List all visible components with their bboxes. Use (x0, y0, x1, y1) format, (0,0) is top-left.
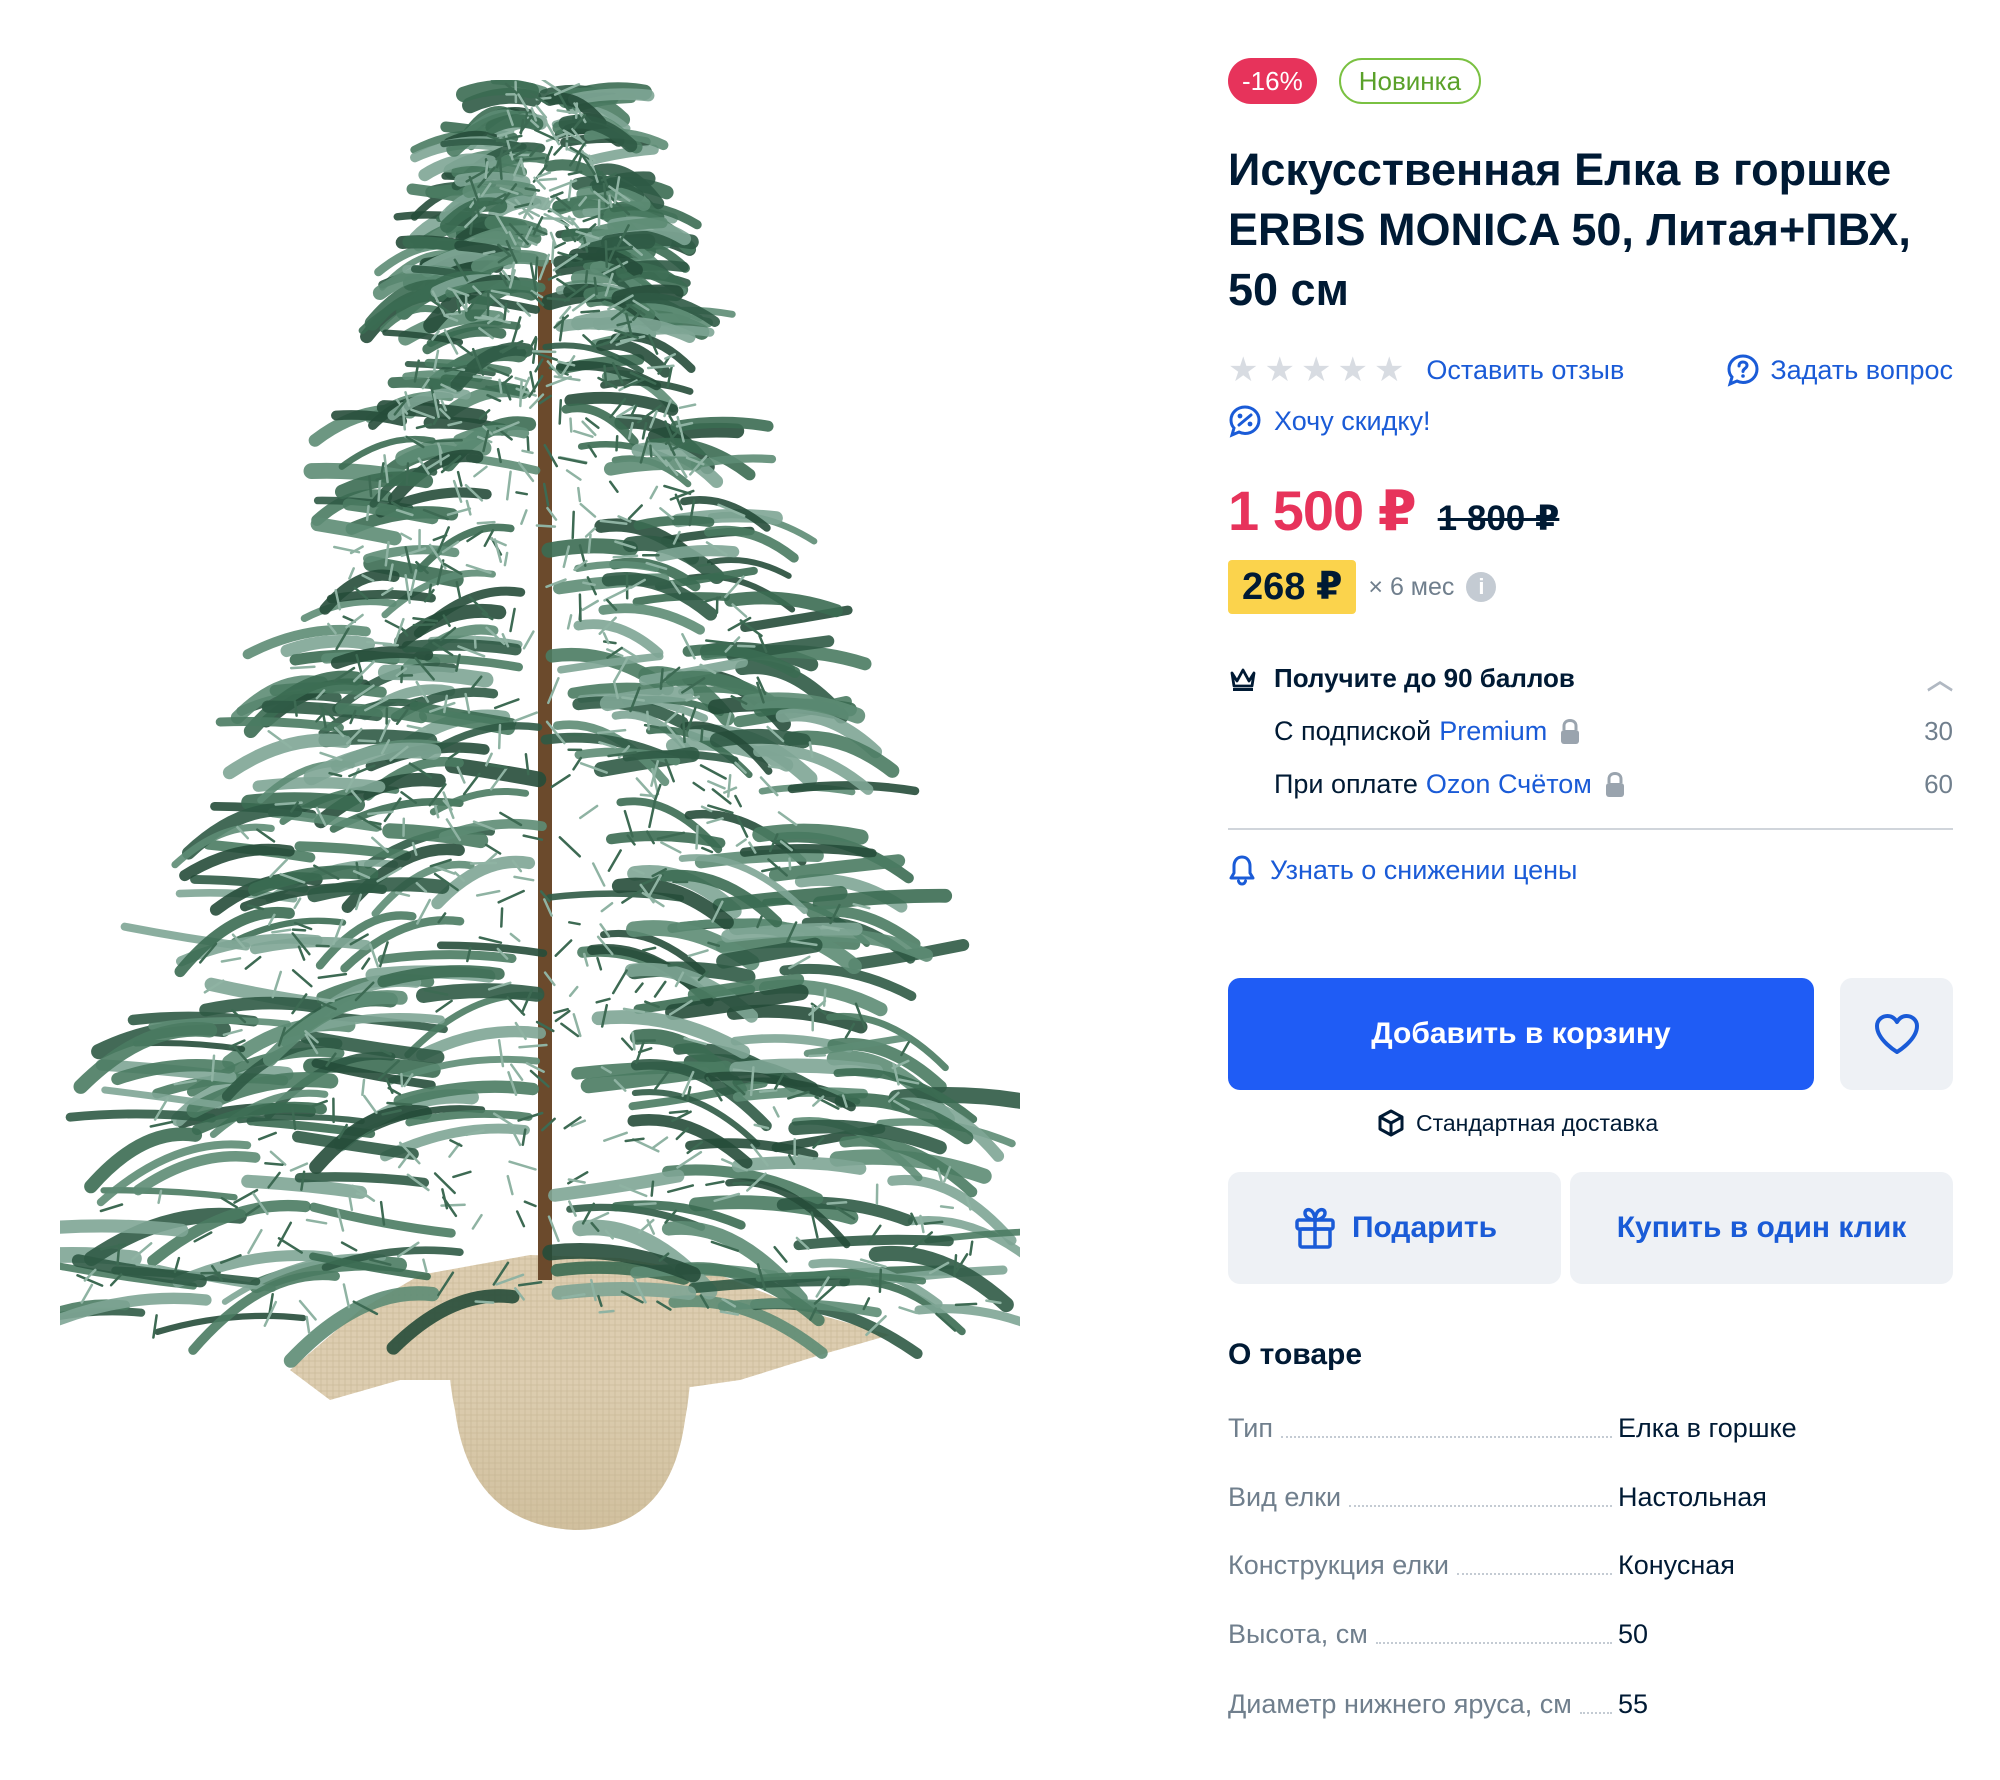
gift-button[interactable]: Подарить (1228, 1172, 1561, 1284)
product-image[interactable] (60, 80, 1020, 1540)
discount-request-label: Хочу скидку! (1274, 405, 1431, 436)
new-badge: Новинка (1338, 58, 1482, 104)
add-to-cart-button[interactable]: Добавить в корзину (1228, 978, 1814, 1090)
delivery-info: Стандартная доставка (1376, 1108, 1658, 1138)
installment-amount: 268 ₽ (1228, 560, 1357, 614)
points-line-value: 30 (1924, 716, 1953, 746)
gift-label: Подарить (1351, 1211, 1498, 1244)
spec-name: Конструкция елки (1228, 1550, 1449, 1580)
spec-row: Диаметр нижнего яруса, см 55 (1228, 1680, 1953, 1720)
points-header[interactable]: Получите до 90 баллов ︿ (1228, 660, 1953, 697)
spec-value[interactable]: Елка в горшке (1618, 1413, 1797, 1444)
spec-row: Высота, см 50 (1228, 1610, 1953, 1650)
old-price: 1 800 ₽ (1437, 499, 1560, 538)
box-icon (1378, 1109, 1404, 1137)
points-line-accent[interactable]: Premium (1439, 716, 1547, 747)
lock-icon (1605, 771, 1624, 797)
favorite-button[interactable] (1840, 978, 1953, 1090)
spec-name: Тип (1228, 1413, 1274, 1443)
heart-icon (1874, 1014, 1919, 1054)
discount-request-link[interactable]: Хочу скидку! (1228, 404, 1430, 438)
spec-name: Вид елки (1228, 1482, 1342, 1512)
about-section-title: О товаре (1228, 1338, 1363, 1371)
points-heading: Получите до 90 баллов (1274, 663, 1575, 693)
spec-dots (1579, 1712, 1612, 1714)
spec-value[interactable]: Конусная (1618, 1550, 1735, 1581)
spec-dots (1456, 1573, 1612, 1575)
price-drop-alert-label: Узнать о снижении цены (1270, 854, 1578, 885)
points-line-accent[interactable]: Ozon Счётом (1426, 769, 1592, 800)
chevron-up-icon[interactable]: ︿ (1927, 660, 1953, 697)
spec-row: Конструкция елки Конусная (1228, 1541, 1953, 1581)
rating-row: ★ ★ ★ ★ ★ Оставить отзыв Задать вопрос (1228, 350, 1953, 390)
info-icon[interactable]: i (1466, 572, 1497, 602)
spec-dots (1281, 1436, 1612, 1438)
points-line-value: 60 (1924, 769, 1953, 799)
points-line-label: При оплате (1274, 769, 1418, 799)
installment-row[interactable]: 268 ₽ × 6 мес i (1228, 560, 1497, 614)
spec-row: Вид елки Настольная (1228, 1473, 1953, 1513)
bell-icon (1229, 855, 1255, 886)
spec-name: Диаметр нижнего яруса, см (1228, 1689, 1572, 1719)
star-icon: ★ (1337, 351, 1368, 389)
spec-value: 50 (1618, 1619, 1649, 1649)
points-line-ozon-account: При оплате Ozon Счётом 60 (1274, 769, 1953, 800)
points-line-label: С подпиской (1274, 716, 1432, 746)
points-line-premium: С подпиской Premium 30 (1274, 716, 1953, 747)
current-price: 1 500 ₽ (1228, 479, 1417, 542)
buy-one-click-button[interactable]: Купить в один клик (1570, 1172, 1953, 1284)
crown-icon (1230, 668, 1256, 691)
star-icon: ★ (1300, 351, 1332, 389)
ask-question-label: Задать вопрос (1770, 354, 1953, 385)
star-icon: ★ (1228, 351, 1259, 389)
badges: -16% Новинка (1228, 58, 1482, 104)
spec-value: 55 (1618, 1689, 1649, 1719)
price-drop-alert-link[interactable]: Узнать о снижении цены (1228, 854, 1577, 886)
spec-name: Высота, см (1228, 1619, 1368, 1649)
delivery-label: Стандартная доставка (1416, 1109, 1659, 1136)
installment-term: × 6 мес (1368, 572, 1455, 601)
question-icon (1727, 354, 1759, 387)
leave-review-link[interactable]: Оставить отзыв (1426, 355, 1624, 386)
christmas-tree-image (60, 80, 1020, 1530)
product-title: Искусственная Елка в горшке ERBIS MONICA… (1228, 144, 1911, 315)
spec-row: Тип Елка в горшке (1228, 1404, 1953, 1444)
gift-icon (1295, 1207, 1335, 1249)
rating-stars[interactable]: ★ ★ ★ ★ ★ (1228, 353, 1404, 387)
spec-value[interactable]: Настольная (1618, 1482, 1767, 1513)
spec-dots (1349, 1505, 1612, 1507)
price-row: 1 500 ₽ 1 800 ₽ (1228, 478, 1559, 544)
lock-icon (1561, 718, 1580, 744)
star-icon: ★ (1373, 351, 1405, 389)
spec-dots (1375, 1642, 1612, 1644)
discount-chat-icon (1229, 405, 1261, 438)
star-icon: ★ (1264, 351, 1295, 389)
ask-question-link[interactable]: Задать вопрос (1726, 353, 1953, 387)
discount-badge: -16% (1228, 58, 1317, 104)
divider (1228, 828, 1953, 830)
